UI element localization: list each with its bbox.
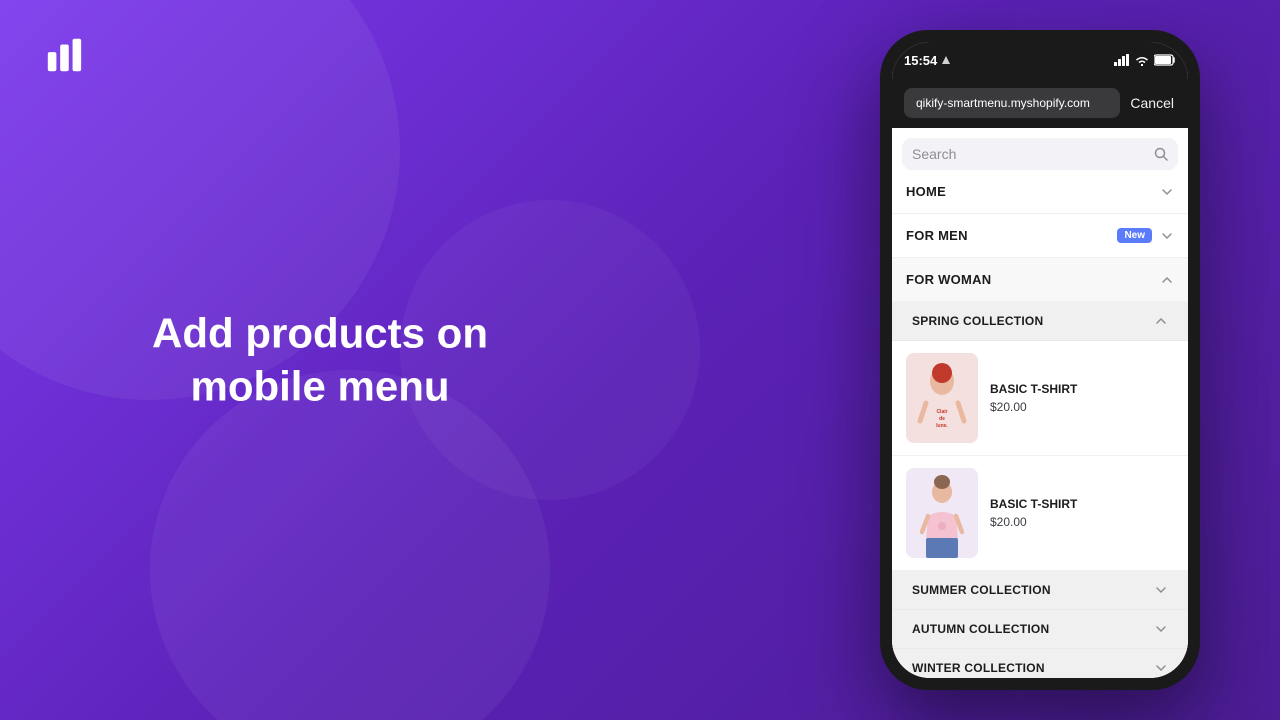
menu-item-for-men-label: FOR MEN	[906, 228, 1117, 243]
product-card-2[interactable]: BASIC T-SHIRT $20.00	[892, 456, 1188, 571]
new-badge: New	[1117, 228, 1152, 243]
chevron-down-icon	[1160, 229, 1174, 243]
chevron-up-icon	[1160, 273, 1174, 287]
sub-item-autumn[interactable]: AUTUMN COLLECTION	[892, 610, 1188, 649]
products-area: Clair de lune. BASIC T-SHI	[892, 341, 1188, 571]
menu-item-home[interactable]: HOME	[892, 170, 1188, 214]
svg-text:lune.: lune.	[936, 423, 948, 429]
status-icons	[1114, 54, 1176, 66]
url-text: qikify-smartmenu.myshopify.com	[916, 96, 1090, 110]
sub-section-spring: SPRING COLLECTION	[892, 302, 1188, 678]
product-info-2: BASIC T-SHIRT $20.00	[990, 497, 1077, 529]
status-bar: 15:54	[904, 46, 1176, 74]
chevron-up-icon	[1154, 314, 1168, 328]
phone-screen: qikify-smartmenu.myshopify.com Cancel Se…	[892, 42, 1188, 678]
chevron-down-icon	[1154, 622, 1168, 636]
sub-item-winter-label: WINTER COLLECTION	[912, 661, 1154, 675]
product-price-1: $20.00	[990, 400, 1077, 414]
menu-item-for-woman[interactable]: FOR WOMAN	[892, 258, 1188, 302]
product-price-2: $20.00	[990, 515, 1077, 529]
sub-item-autumn-label: AUTUMN COLLECTION	[912, 622, 1154, 636]
sub-item-spring[interactable]: SPRING COLLECTION	[892, 302, 1188, 341]
cancel-button[interactable]: Cancel	[1128, 91, 1176, 115]
menu-list: HOME FOR MEN New	[892, 170, 1188, 678]
menu-item-for-men[interactable]: FOR MEN New	[892, 214, 1188, 258]
chevron-down-icon	[1154, 661, 1168, 675]
product-card-1[interactable]: Clair de lune. BASIC T-SHI	[892, 341, 1188, 456]
product-img-2	[906, 468, 978, 558]
status-time: 15:54	[904, 53, 951, 68]
sub-item-spring-label: SPRING COLLECTION	[912, 314, 1154, 328]
phone-mockup: 15:54	[880, 30, 1200, 690]
logo	[44, 36, 84, 76]
phone-body: 15:54	[880, 30, 1200, 690]
sub-item-winter[interactable]: WINTER COLLECTION	[892, 649, 1188, 678]
logo-icon	[44, 36, 84, 76]
search-bar[interactable]: Search	[902, 138, 1178, 170]
chevron-down-icon	[1154, 583, 1168, 597]
menu-content: Search HOME	[892, 128, 1188, 678]
wifi-icon	[1135, 55, 1149, 66]
svg-text:de: de	[939, 416, 945, 422]
url-bar[interactable]: qikify-smartmenu.myshopify.com	[904, 88, 1120, 118]
svg-text:Clair: Clair	[936, 409, 947, 415]
menu-item-for-woman-label: FOR WOMAN	[906, 272, 1160, 287]
menu-item-home-label: HOME	[906, 184, 1160, 199]
sub-item-summer[interactable]: SUMMER COLLECTION	[892, 571, 1188, 610]
product-name-1: BASIC T-SHIRT	[990, 382, 1077, 396]
signal-icon	[1114, 54, 1130, 66]
product-img-1: Clair de lune.	[906, 353, 978, 443]
product-info-1: BASIC T-SHIRT $20.00	[990, 382, 1077, 414]
headline: Add products on mobile menu	[110, 308, 530, 413]
search-icon	[1154, 147, 1168, 161]
sub-item-summer-label: SUMMER COLLECTION	[912, 583, 1154, 597]
search-placeholder: Search	[912, 146, 1148, 162]
battery-icon	[1154, 54, 1176, 66]
headline-text: Add products on mobile menu	[152, 310, 488, 410]
product-name-2: BASIC T-SHIRT	[990, 497, 1077, 511]
chevron-down-icon	[1160, 185, 1174, 199]
